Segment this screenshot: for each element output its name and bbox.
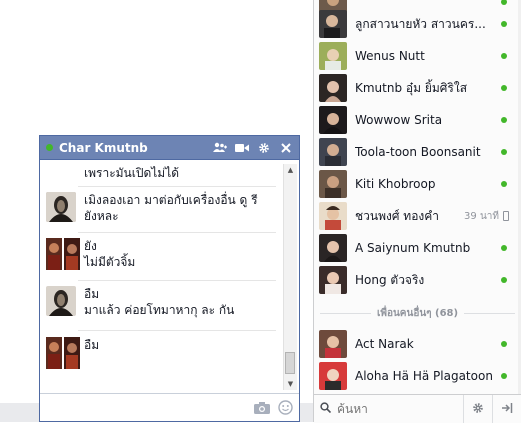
chat-messages[interactable]: เพราะมันเปิดไม่ได้ เมิงลองเอา มาต่อกับเค… [40, 161, 299, 394]
contact-item[interactable]: Kiti Khobroop [314, 168, 521, 200]
scrollbar-thumb[interactable] [285, 352, 295, 374]
message-line: อืม [84, 287, 100, 301]
avatar [319, 202, 347, 230]
contact-name: Wowwow Srita [355, 113, 443, 127]
online-status-dot [501, 149, 507, 155]
avatar [319, 362, 347, 390]
message-line: อืม [84, 338, 100, 352]
contact-name: ชวนพงศ์ ทองคำ [355, 208, 440, 223]
online-status-dot [501, 85, 507, 91]
contact-name: Kiti Khobroop [355, 177, 436, 191]
mobile-phone-icon [503, 211, 509, 221]
scroll-up-arrow[interactable]: ▲ [284, 164, 297, 176]
message-divider [78, 280, 276, 281]
online-status-dot [501, 0, 507, 5]
online-status-dot [501, 245, 507, 251]
scroll-down-arrow[interactable]: ▼ [284, 378, 297, 390]
contact-name: Hong ตัวจริง [355, 272, 425, 287]
avatar [319, 138, 347, 166]
avatar[interactable] [46, 286, 76, 316]
contact-name: ลูกสาวนายหัว สาวนคร... [355, 16, 486, 31]
online-status-dot [501, 181, 507, 187]
message-divider [78, 232, 276, 233]
divider [464, 312, 516, 314]
avatar[interactable] [46, 238, 80, 270]
gear-icon[interactable] [257, 141, 271, 155]
contact-item[interactable]: Hong ตัวจริง [314, 264, 521, 296]
contact-item[interactable]: Toola-toon Boonsanit [314, 136, 521, 168]
online-status-dot [501, 341, 507, 347]
contact-name: Toola-toon Boonsanit [355, 145, 481, 159]
message-divider [78, 330, 276, 331]
chat-header[interactable]: Char Kmutnb [40, 136, 299, 160]
contact-item[interactable]: Wenus Nutt [314, 40, 521, 72]
online-status-dot [501, 117, 507, 123]
contact-name: A Saiynum Kmutnb [355, 241, 471, 255]
avatar [319, 330, 347, 358]
message-text: เพราะมันเปิดไม่ได้ [84, 165, 179, 181]
message-line: เพราะมันเปิดไม่ได้ [84, 166, 180, 180]
contact-item[interactable]: A Saiynum Kmutnb [314, 232, 521, 264]
contact-item[interactable]: ลูกสาวนายหัว สาวนคร... [314, 8, 521, 40]
video-call-icon[interactable] [235, 141, 249, 155]
avatar [319, 42, 347, 70]
chat-sidebar: ลูกสาวนายหัว สาวนคร... Wenus Nutt Kmutnb… [313, 0, 521, 423]
contact-item[interactable]: Act Narak [314, 328, 521, 360]
contact-name: Kmutnb อุ๋ม ยิ้มศิริใส [355, 80, 468, 95]
message-line: มาแล้ว ค่อยโทมาหากุ ละ กัน [84, 303, 235, 317]
chat-window: Char Kmutnb เพราะมันเปิดไม่ได้ เมิงลองเอ… [39, 135, 300, 422]
contact-name: Aloha Hä Hä Plagatoon [355, 369, 493, 383]
avatar [319, 234, 347, 262]
chat-title[interactable]: Char Kmutnb [59, 141, 205, 155]
avatar[interactable] [46, 337, 80, 369]
avatar[interactable] [46, 192, 76, 222]
message-line: ยังหละ [84, 209, 119, 223]
contact-item[interactable]: Aloha Hä Hä Plagatoon [314, 360, 521, 392]
chat-input-area [40, 394, 299, 422]
avatar [319, 74, 347, 102]
message-text: อืม [84, 337, 99, 353]
search-box[interactable] [314, 401, 463, 417]
contact-item[interactable]: ชวนพงศ์ ทองคำ 39 นาที [314, 200, 521, 232]
sidebar-footer [314, 394, 521, 423]
avatar [319, 170, 347, 198]
contact-item[interactable]: Wowwow Srita [314, 104, 521, 136]
close-icon[interactable] [279, 141, 293, 155]
hide-sidebar-button[interactable] [492, 395, 521, 423]
collapse-sidebar-icon [501, 402, 513, 417]
message-line: ยัง [84, 239, 97, 253]
message-line: เมิงลองเอา มาต่อกับเครื่องอื่น ดู รี [84, 193, 258, 207]
message-text: ยัง ไม่มีตัวจิ้ม [84, 238, 135, 270]
online-status-dot [46, 144, 53, 151]
section-header-other-friends: เพื่อนคนอื่นๆ (68) [314, 304, 521, 322]
section-title: เพื่อนคนอื่นๆ (68) [376, 307, 459, 319]
contact-name: Wenus Nutt [355, 49, 425, 63]
add-friend-icon[interactable] [213, 141, 227, 155]
search-input[interactable] [335, 401, 449, 417]
online-status-dot [501, 21, 507, 27]
emoticon-icon[interactable] [278, 400, 293, 418]
online-status-dot [501, 277, 507, 283]
message-text: เมิงลองเอา มาต่อกับเครื่องอื่น ดู รี ยัง… [84, 192, 258, 224]
idle-time: 39 นาที [464, 210, 499, 222]
message-line: ไม่มีตัวจิ้ม [84, 255, 136, 269]
avatar [319, 266, 347, 294]
online-status-dot [501, 53, 507, 59]
camera-icon[interactable] [254, 402, 270, 417]
chat-scrollbar[interactable]: ▲ ▼ [283, 164, 297, 390]
online-status-dot [501, 373, 507, 379]
divider [320, 312, 371, 314]
avatar [319, 10, 347, 38]
gear-icon [472, 402, 484, 417]
contact-item[interactable]: Kmutnb อุ๋ม ยิ้มศิริใส [314, 72, 521, 104]
message-text: อืม มาแล้ว ค่อยโทมาหากุ ละ กัน [84, 286, 234, 318]
message-divider [78, 186, 276, 187]
message-input[interactable] [44, 398, 248, 420]
sidebar-options-button[interactable] [463, 395, 492, 423]
avatar [319, 106, 347, 134]
contact-name: Act Narak [355, 337, 414, 351]
search-icon [320, 402, 332, 416]
